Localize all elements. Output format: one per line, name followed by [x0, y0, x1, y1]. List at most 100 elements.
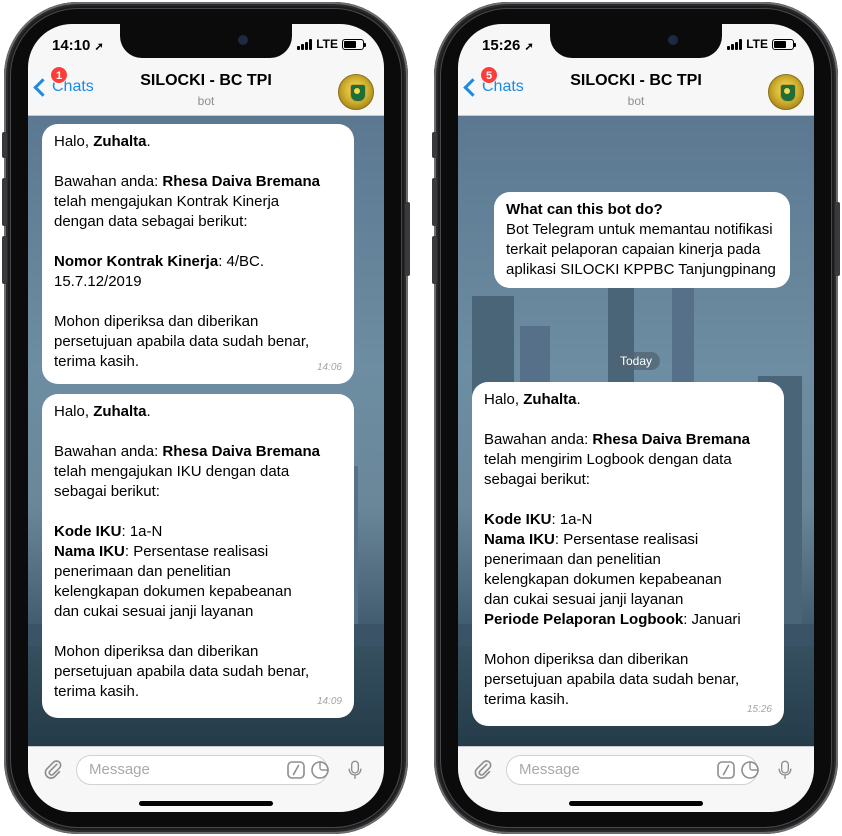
message-line: Halo, Zuhalta.	[54, 402, 342, 422]
signal-icon	[297, 38, 313, 50]
message-line: telah mengajukan IKU dengan data	[54, 462, 342, 482]
microphone-icon[interactable]	[776, 760, 794, 780]
bold-text: Zuhalta	[93, 403, 147, 420]
bot-info-heading: What can this bot do?	[506, 201, 663, 218]
message-line: penerimaan dan penelitian	[484, 550, 772, 570]
text-segment: .	[146, 133, 151, 150]
chat-area[interactable]: Halo, Zuhalta. Bawahan anda: Rhesa Daiva …	[28, 116, 384, 746]
screen: 14:10 ➚ LTE Chats 1 SILOCKI - BC TPI bot	[28, 24, 384, 812]
status-icons: LTE	[727, 37, 796, 51]
message-line: 15.7.12/2019	[54, 272, 342, 292]
message-line: Bawahan anda: Rhesa Daiva Bremana	[54, 172, 342, 192]
message-line	[54, 292, 342, 312]
home-indicator[interactable]	[139, 801, 273, 806]
message-line	[484, 490, 772, 510]
chat-area[interactable]: What can this bot do? Bot Telegram untuk…	[458, 116, 814, 746]
message-time: 15:26	[746, 704, 772, 715]
message-line	[54, 622, 342, 642]
sticker-icon[interactable]	[310, 760, 330, 780]
message-line: Periode Pelaporan Logbook: Januari	[484, 610, 772, 630]
bot-command-icon[interactable]	[716, 760, 736, 780]
notch	[120, 24, 292, 58]
message-line: sebagai berikut:	[484, 470, 772, 490]
message-line: persetujuan apabila data sudah benar,	[484, 670, 772, 690]
message-line: Kode IKU: 1a-N	[484, 510, 772, 530]
message-text: Halo, Zuhalta. Bawahan anda: Rhesa Daiva …	[54, 132, 342, 372]
bold-text: Rhesa Daiva Bremana	[162, 443, 321, 460]
message-line: Mohon diperiksa dan diberikan	[54, 312, 342, 332]
text-segment: penerimaan dan penelitian	[54, 563, 231, 580]
message-time: 14:06	[316, 362, 342, 373]
bot-command-icon[interactable]	[286, 760, 306, 780]
mute-switch	[2, 132, 7, 158]
sticker-icon[interactable]	[740, 760, 760, 780]
text-segment: Halo,	[54, 133, 94, 150]
text-segment: terima kasih.	[54, 683, 140, 700]
message-line: telah mengirim Logbook dengan data	[484, 450, 772, 470]
text-segment: Mohon diperiksa dan diberikan	[54, 313, 259, 330]
volume-up-button	[2, 178, 7, 226]
message-bubble[interactable]: Halo, Zuhalta. Bawahan anda: Rhesa Daiva …	[472, 382, 784, 726]
message-bubble[interactable]: Halo, Zuhalta. Bawahan anda: Rhesa Daiva …	[42, 394, 354, 718]
message-line: penerimaan dan penelitian	[54, 562, 342, 582]
bot-info-card: What can this bot do? Bot Telegram untuk…	[494, 192, 790, 288]
message-line: terima kasih.	[54, 682, 342, 702]
text-segment: : 1a-N	[121, 523, 163, 540]
message-text: Halo, Zuhalta. Bawahan anda: Rhesa Daiva …	[484, 390, 772, 710]
power-button	[835, 202, 840, 276]
phone-frame: 14:10 ➚ LTE Chats 1 SILOCKI - BC TPI bot	[2, 2, 410, 834]
bot-avatar[interactable]	[768, 74, 804, 110]
text-segment: Halo,	[54, 403, 94, 420]
message-line: dan cukai sesuai janji layanan	[484, 590, 772, 610]
text-segment: persetujuan apabila data sudah benar,	[54, 663, 310, 680]
message-line: persetujuan apabila data sudah benar,	[54, 662, 342, 682]
text-segment: terima kasih.	[484, 691, 570, 708]
bot-info-line: Bot Telegram untuk memantau notifikasi	[506, 221, 773, 238]
message-line: Halo, Zuhalta.	[484, 390, 772, 410]
text-segment: kelengkapan dokumen kepabeanan	[54, 583, 292, 600]
signal-icon	[727, 38, 743, 50]
microphone-icon[interactable]	[346, 760, 364, 780]
volume-down-button	[2, 236, 7, 284]
message-line: kelengkapan dokumen kepabeanan	[484, 570, 772, 590]
text-segment: telah mengirim Logbook dengan data	[484, 451, 732, 468]
text-segment: : 1a-N	[551, 511, 593, 528]
text-segment: Bawahan anda:	[484, 431, 593, 448]
text-segment: .	[576, 391, 581, 408]
message-line: telah mengajukan Kontrak Kinerja	[54, 192, 342, 212]
message-line	[484, 630, 772, 650]
message-composer: Message	[28, 746, 384, 812]
chat-title[interactable]: SILOCKI - BC TPI	[28, 72, 384, 90]
volume-up-button	[432, 178, 437, 226]
message-text: Halo, Zuhalta. Bawahan anda: Rhesa Daiva …	[54, 402, 342, 702]
text-segment: 15.7.12/2019	[54, 273, 142, 290]
message-line	[54, 502, 342, 522]
text-segment: penerimaan dan penelitian	[484, 551, 661, 568]
message-line: terima kasih.	[54, 352, 342, 372]
home-indicator[interactable]	[569, 801, 703, 806]
text-segment: Bawahan anda:	[54, 443, 163, 460]
message-line: Halo, Zuhalta.	[54, 132, 342, 152]
text-segment: : 4/BC.	[218, 253, 265, 270]
bold-text: Rhesa Daiva Bremana	[162, 173, 321, 190]
bold-text: Rhesa Daiva Bremana	[592, 431, 751, 448]
text-segment: dan cukai sesuai janji layanan	[484, 591, 684, 608]
message-line: persetujuan apabila data sudah benar,	[54, 332, 342, 352]
network-label: LTE	[746, 37, 768, 51]
message-line	[484, 410, 772, 430]
text-segment: : Persentase realisasi	[554, 531, 699, 548]
paperclip-icon[interactable]	[472, 758, 494, 780]
network-label: LTE	[316, 37, 338, 51]
text-segment: sebagai berikut:	[484, 471, 590, 488]
chat-title[interactable]: SILOCKI - BC TPI	[458, 72, 814, 90]
message-bubble[interactable]: Halo, Zuhalta. Bawahan anda: Rhesa Daiva …	[42, 124, 354, 384]
message-line: terima kasih.	[484, 690, 772, 710]
paperclip-icon[interactable]	[42, 758, 64, 780]
location-icon: ➚	[524, 41, 534, 53]
text-segment: : Persentase realisasi	[124, 543, 269, 560]
message-line: Bawahan anda: Rhesa Daiva Bremana	[484, 430, 772, 450]
date-divider: Today	[611, 352, 661, 370]
chat-subtitle: bot	[627, 94, 645, 108]
bold-text: Zuhalta	[93, 133, 147, 150]
bot-avatar[interactable]	[338, 74, 374, 110]
